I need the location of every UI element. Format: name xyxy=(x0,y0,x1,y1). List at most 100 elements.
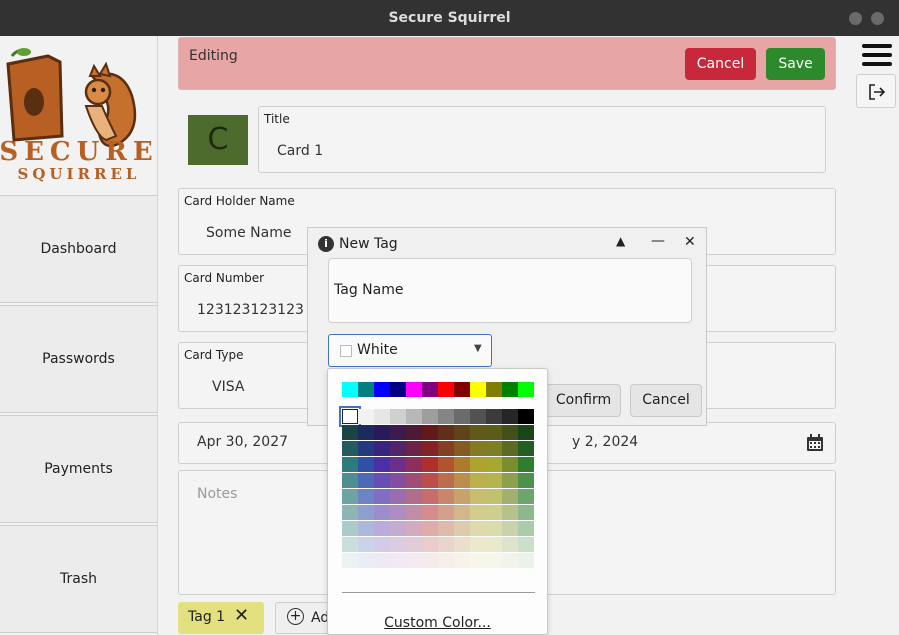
color-swatch[interactable] xyxy=(358,537,374,552)
add-tag-button[interactable]: + Ad xyxy=(275,602,335,634)
color-swatch[interactable] xyxy=(358,457,374,472)
color-swatch[interactable] xyxy=(454,425,470,440)
color-swatch[interactable] xyxy=(438,521,454,536)
color-swatch[interactable] xyxy=(406,425,422,440)
color-swatch[interactable] xyxy=(470,537,486,552)
color-swatch[interactable] xyxy=(438,553,454,568)
color-swatch[interactable] xyxy=(374,489,390,504)
color-swatch[interactable] xyxy=(486,473,502,488)
color-swatch[interactable] xyxy=(438,441,454,456)
color-swatch[interactable] xyxy=(342,457,358,472)
color-swatch[interactable] xyxy=(390,489,406,504)
confirm-button[interactable]: Confirm xyxy=(546,384,621,417)
color-swatch[interactable] xyxy=(518,521,534,536)
color-swatch[interactable] xyxy=(339,406,361,427)
color-swatch[interactable] xyxy=(374,409,390,424)
save-button[interactable]: Save xyxy=(766,48,825,80)
color-swatch[interactable] xyxy=(454,409,470,424)
color-swatch[interactable] xyxy=(390,382,406,397)
color-swatch[interactable] xyxy=(406,553,422,568)
color-swatch[interactable] xyxy=(486,441,502,456)
color-swatch[interactable] xyxy=(422,505,438,520)
color-swatch[interactable] xyxy=(422,457,438,472)
logout-button[interactable] xyxy=(856,74,896,108)
color-swatch[interactable] xyxy=(502,473,518,488)
color-swatch[interactable] xyxy=(502,505,518,520)
color-swatch[interactable] xyxy=(486,553,502,568)
sidebar-item-passwords[interactable]: Passwords xyxy=(0,305,157,413)
color-select[interactable]: White ▼ xyxy=(328,334,492,367)
color-swatch[interactable] xyxy=(518,505,534,520)
color-swatch[interactable] xyxy=(502,521,518,536)
color-swatch[interactable] xyxy=(390,457,406,472)
color-swatch[interactable] xyxy=(454,521,470,536)
color-swatch[interactable] xyxy=(502,553,518,568)
color-swatch[interactable] xyxy=(486,521,502,536)
color-swatch[interactable] xyxy=(454,457,470,472)
color-swatch[interactable] xyxy=(438,425,454,440)
color-swatch[interactable] xyxy=(502,409,518,424)
color-swatch[interactable] xyxy=(422,382,438,397)
color-swatch[interactable] xyxy=(390,521,406,536)
color-swatch[interactable] xyxy=(342,553,358,568)
color-swatch[interactable] xyxy=(342,505,358,520)
minimize-button[interactable] xyxy=(849,12,862,25)
color-swatch[interactable] xyxy=(486,425,502,440)
color-swatch[interactable] xyxy=(406,457,422,472)
menu-icon[interactable] xyxy=(862,44,892,66)
color-swatch[interactable] xyxy=(502,537,518,552)
color-swatch[interactable] xyxy=(438,537,454,552)
color-swatch[interactable] xyxy=(470,489,486,504)
color-swatch[interactable] xyxy=(486,505,502,520)
color-swatch[interactable] xyxy=(518,473,534,488)
color-swatch[interactable] xyxy=(374,441,390,456)
dialog-cancel-button[interactable]: Cancel xyxy=(630,384,702,417)
color-swatch[interactable] xyxy=(358,441,374,456)
color-swatch[interactable] xyxy=(342,425,358,440)
sidebar-item-dashboard[interactable]: Dashboard xyxy=(0,195,157,303)
color-swatch[interactable] xyxy=(454,473,470,488)
color-swatch[interactable] xyxy=(438,489,454,504)
color-swatch[interactable] xyxy=(374,553,390,568)
color-swatch[interactable] xyxy=(342,473,358,488)
color-swatch[interactable] xyxy=(470,441,486,456)
color-swatch[interactable] xyxy=(342,521,358,536)
color-swatch[interactable] xyxy=(390,473,406,488)
color-swatch[interactable] xyxy=(406,505,422,520)
color-swatch[interactable] xyxy=(486,457,502,472)
color-swatch[interactable] xyxy=(342,441,358,456)
color-swatch[interactable] xyxy=(518,537,534,552)
color-swatch[interactable] xyxy=(358,473,374,488)
color-swatch[interactable] xyxy=(358,521,374,536)
color-swatch[interactable] xyxy=(470,553,486,568)
color-swatch[interactable] xyxy=(438,409,454,424)
color-swatch[interactable] xyxy=(518,425,534,440)
color-swatch[interactable] xyxy=(470,425,486,440)
color-swatch[interactable] xyxy=(470,382,486,397)
color-swatch[interactable] xyxy=(422,521,438,536)
calendar-icon[interactable] xyxy=(806,434,824,452)
color-swatch[interactable] xyxy=(374,537,390,552)
color-swatch[interactable] xyxy=(486,537,502,552)
color-swatch[interactable] xyxy=(518,441,534,456)
color-swatch[interactable] xyxy=(406,473,422,488)
color-swatch[interactable] xyxy=(422,409,438,424)
color-swatch[interactable] xyxy=(374,505,390,520)
color-swatch[interactable] xyxy=(342,489,358,504)
color-swatch[interactable] xyxy=(454,489,470,504)
color-swatch[interactable] xyxy=(454,553,470,568)
close-window-button[interactable] xyxy=(871,12,884,25)
color-swatch[interactable] xyxy=(374,457,390,472)
color-swatch[interactable] xyxy=(502,489,518,504)
color-swatch[interactable] xyxy=(454,537,470,552)
color-swatch[interactable] xyxy=(390,505,406,520)
color-swatch[interactable] xyxy=(486,382,502,397)
card-avatar[interactable]: C xyxy=(188,115,248,165)
color-swatch[interactable] xyxy=(470,505,486,520)
maximize-icon[interactable]: ▲ xyxy=(616,234,625,248)
color-swatch[interactable] xyxy=(390,537,406,552)
color-swatch[interactable] xyxy=(518,382,534,397)
title-field[interactable]: Title Card 1 xyxy=(258,106,826,173)
color-swatch[interactable] xyxy=(374,382,390,397)
color-swatch[interactable] xyxy=(374,473,390,488)
